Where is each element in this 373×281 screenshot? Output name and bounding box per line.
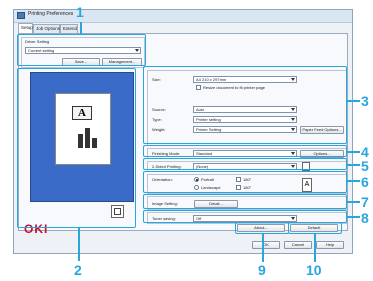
callout-number-9: 9: [258, 262, 266, 278]
callout-number-5: 5: [361, 158, 369, 174]
tab-job-options[interactable]: Job Options: [33, 24, 60, 33]
help-button[interactable]: Help: [316, 241, 344, 249]
callout-box-4: [143, 145, 347, 157]
callout-line-7: [347, 201, 360, 203]
callout-box-6: [143, 171, 347, 193]
callout-number-6: 6: [361, 174, 369, 190]
tab-extend[interactable]: Extend: [60, 24, 78, 33]
callout-number-2: 2: [74, 262, 82, 278]
callout-line-5: [347, 164, 360, 166]
callout-box-10: [288, 222, 342, 234]
callout-number-10: 10: [306, 262, 322, 278]
callout-number-1: 1: [76, 4, 84, 20]
callout-number-3: 3: [361, 93, 369, 109]
printer-icon: [17, 12, 25, 19]
callout-line-2: [78, 227, 80, 261]
callout-number-8: 8: [361, 210, 369, 226]
callout-box-2: [17, 68, 136, 228]
callout-line-10: [314, 234, 316, 262]
tab-setup[interactable]: Setup: [18, 23, 33, 33]
callout-box-3: [143, 66, 347, 144]
callout-box-9: [235, 222, 289, 234]
callout-line-8: [347, 216, 360, 218]
callout-number-7: 7: [361, 194, 369, 210]
window-title: Printing Preferences: [28, 11, 74, 17]
title-bar: Printing Preferences: [14, 10, 352, 23]
callout-box-5: [143, 158, 347, 170]
callout-line-4: [347, 151, 360, 153]
callout-line-1: [80, 22, 82, 35]
callout-line-9: [262, 234, 264, 262]
callout-box-1: [17, 34, 146, 66]
callout-box-7: [143, 194, 347, 209]
cancel-button[interactable]: Cancel: [284, 241, 312, 249]
ok-button[interactable]: OK: [252, 241, 280, 249]
callout-line-6: [347, 180, 360, 182]
callout-line-3: [347, 100, 360, 102]
